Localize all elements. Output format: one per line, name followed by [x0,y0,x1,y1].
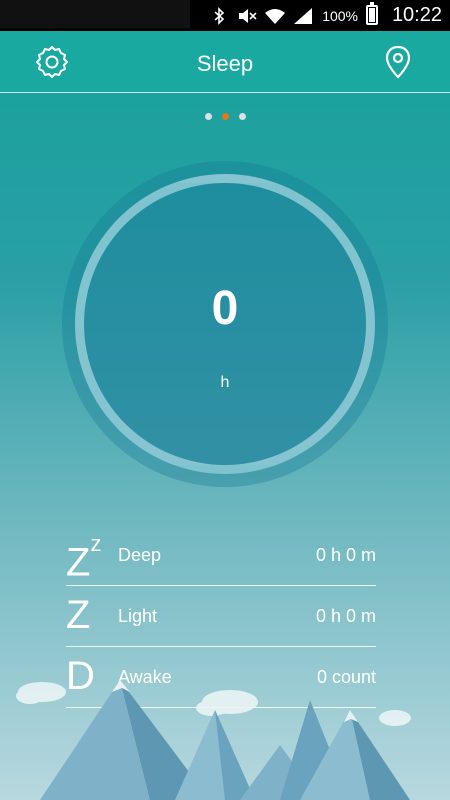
stat-value: 0 h 0 m [315,545,376,565]
location-pin-icon [385,45,411,79]
notification-area [0,0,190,28]
page-indicator[interactable] [0,113,450,120]
page-dot-1[interactable] [204,113,212,120]
stat-value: 0 h 0 m [315,606,376,626]
status-icons [208,4,314,28]
signal-icon [292,6,314,26]
stat-row-light: Z Light 0 h 0 m [66,586,376,647]
stat-row-deep: Zz Deep 0 h 0 m [66,525,376,586]
app-bar-divider [0,92,450,93]
mute-icon [236,6,258,26]
stat-label: Deep [118,545,162,565]
total-sleep-unit: h [220,374,230,391]
page-dot-2-active[interactable] [221,113,229,120]
battery-icon [366,2,378,25]
status-bar: 100% 10:22 [0,0,450,31]
light-sleep-z-icon: Z [66,593,91,637]
mountain-scenery [16,680,411,800]
bluetooth-icon [208,6,230,26]
battery-percent: 100% [322,8,358,24]
page-dot-3[interactable] [238,113,246,120]
stat-label: Light [118,606,158,626]
total-sleep-value: 0 [211,282,239,335]
location-button[interactable] [376,40,420,84]
sleep-total-gauge: 0 h [62,161,388,487]
deep-sleep-zz-icon: Zz [66,531,102,585]
wifi-icon [264,6,286,26]
clock: 10:22 [391,4,442,26]
app-bar: Sleep [0,31,450,93]
